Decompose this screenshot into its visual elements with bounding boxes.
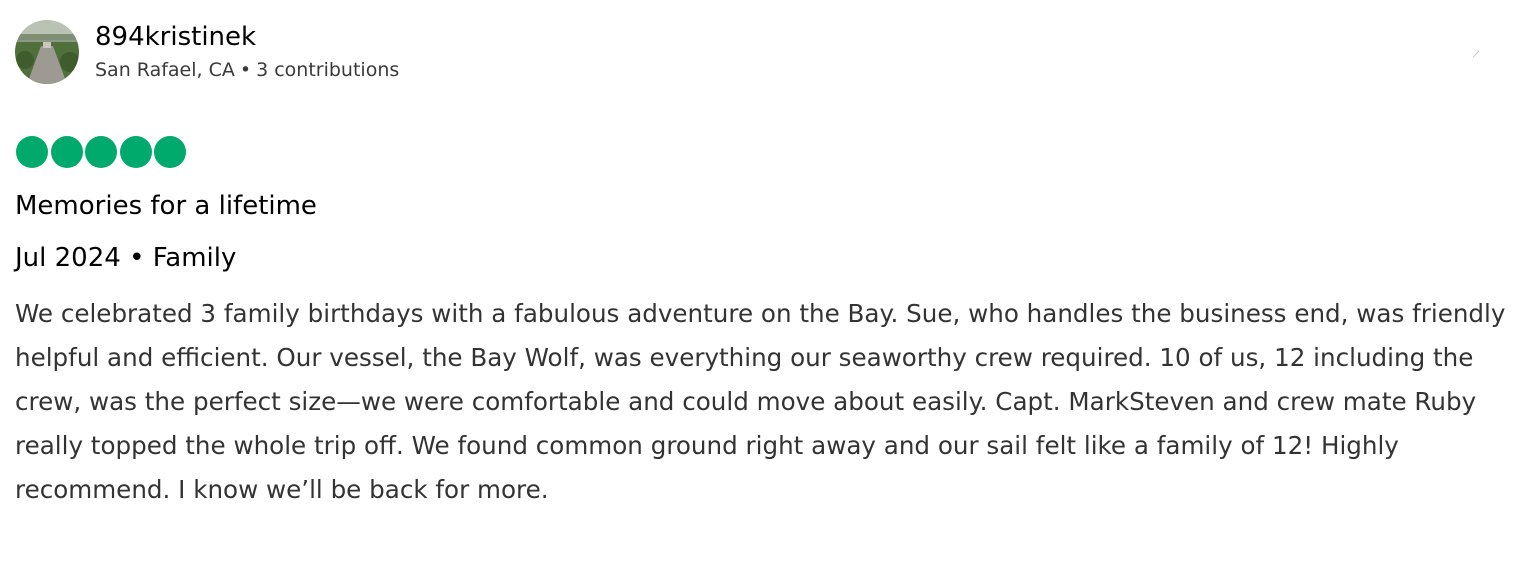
user-info: 894kristinek San Rafael, CA • 3 contribu…: [95, 21, 399, 83]
meta-separator: •: [239, 59, 252, 81]
username-link[interactable]: 894kristinek: [95, 21, 399, 53]
trip-date: Jul 2024: [15, 243, 121, 273]
more-options-icon[interactable]: [1472, 50, 1480, 58]
user-contributions: 3 contributions: [256, 59, 400, 81]
rating-bubble-icon: [119, 136, 152, 168]
trip-type: Family: [152, 243, 237, 273]
user-location: San Rafael, CA: [95, 59, 235, 81]
trip-meta: Jul 2024 • Family: [15, 240, 236, 276]
review-title[interactable]: Memories for a lifetime: [15, 188, 317, 224]
rating-bubble-icon: [16, 136, 48, 168]
review-header: 894kristinek San Rafael, CA • 3 contribu…: [15, 20, 399, 84]
rating-bubble-icon: [85, 136, 117, 168]
trip-separator: •: [129, 243, 145, 273]
rating-bubbles: [16, 136, 189, 168]
review-card: 894kristinek San Rafael, CA • 3 contribu…: [0, 0, 1520, 566]
avatar[interactable]: [15, 20, 79, 84]
user-meta: San Rafael, CA • 3 contributions: [95, 57, 399, 83]
review-body: We celebrated 3 family birthdays with a …: [15, 299, 1506, 504]
rating-bubble-icon: [154, 136, 186, 168]
rating-bubble-icon: [50, 136, 83, 168]
